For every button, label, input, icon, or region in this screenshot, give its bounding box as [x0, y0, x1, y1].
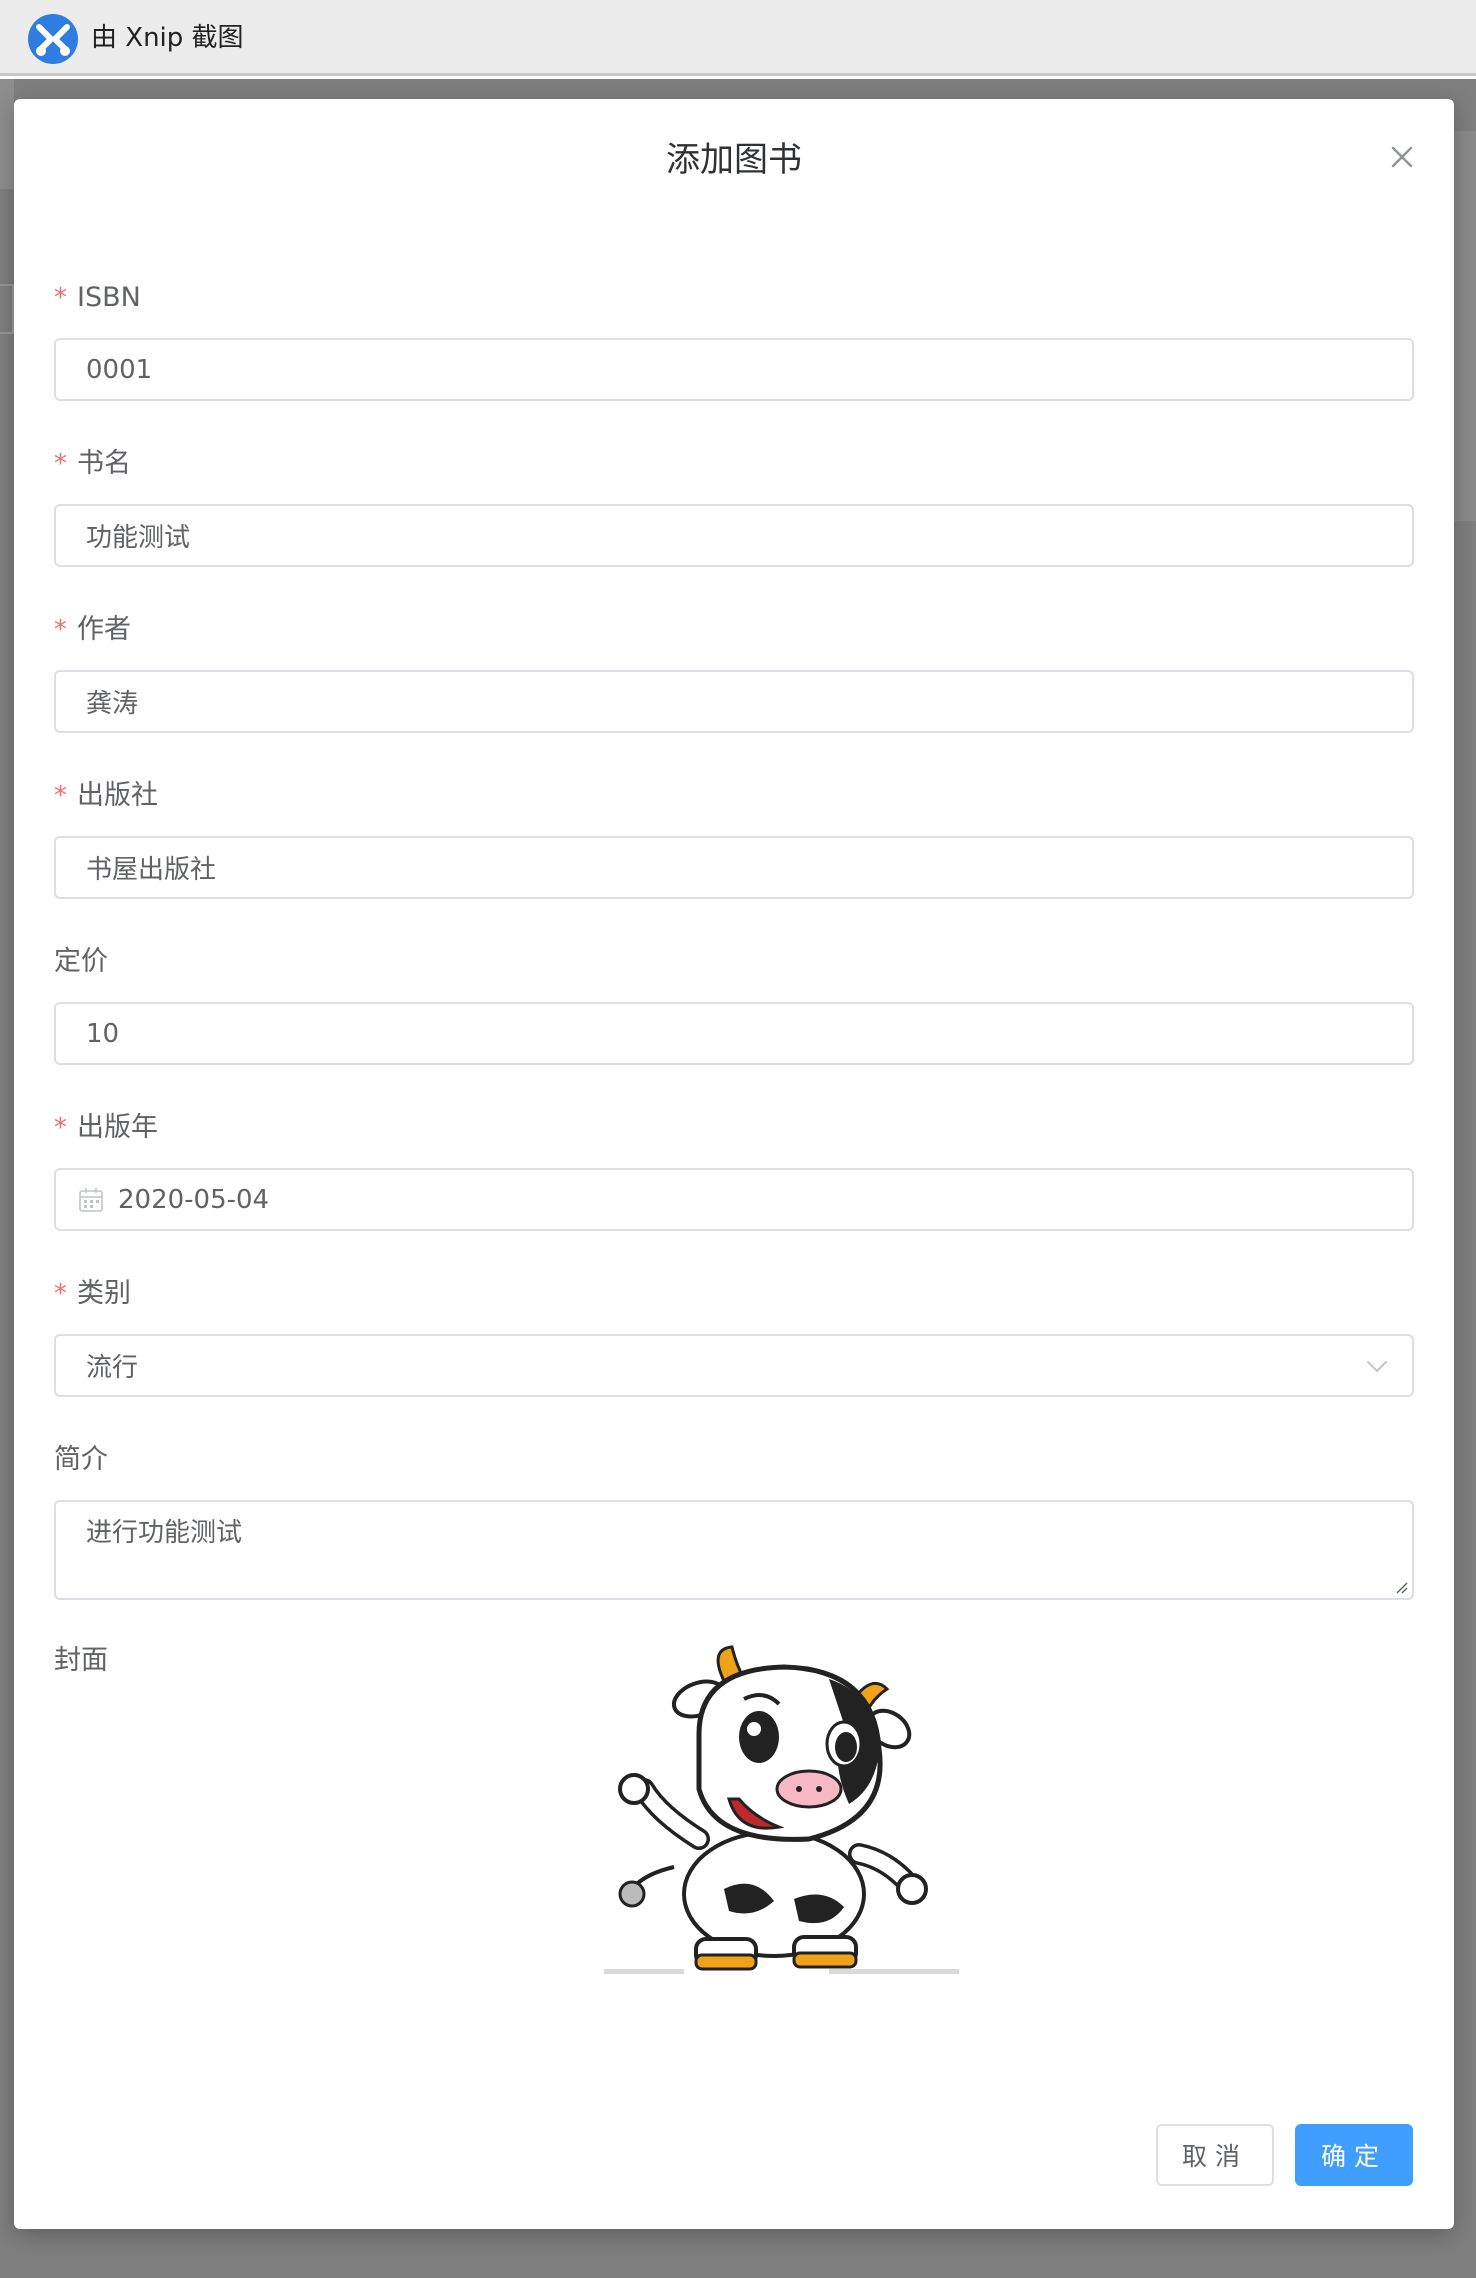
title-label: * 书名	[54, 448, 131, 479]
background-input-fragment	[0, 284, 14, 334]
price-label: 定价	[54, 946, 108, 977]
calendar-icon	[79, 1187, 103, 1212]
background-page-fragment-right	[1454, 131, 1476, 521]
author-field: * 作者 龚涛	[54, 613, 1414, 733]
cancel-button[interactable]: 取消	[1156, 2124, 1274, 2186]
app-titlebar: 由 Xnip 截图	[0, 0, 1476, 76]
category-field: * 类别 流行	[54, 1277, 1414, 1397]
required-marker: *	[54, 1113, 67, 1143]
isbn-label: * ISBN	[54, 282, 141, 313]
publish-year-field: * 出版年 2020-05-04	[54, 1111, 1414, 1231]
publish-year-label: * 出版年	[54, 1112, 158, 1143]
price-field: 定价 10	[54, 945, 1414, 1065]
background-page-fragment	[0, 79, 14, 189]
resize-grip-icon[interactable]	[1392, 1578, 1408, 1594]
title-input[interactable]: 功能测试	[54, 504, 1414, 567]
required-marker: *	[54, 781, 67, 811]
app-title: 由 Xnip 截图	[91, 23, 244, 53]
publish-year-datepicker[interactable]: 2020-05-04	[54, 1168, 1414, 1231]
summary-field: 简介 进行功能测试	[54, 1443, 1414, 1600]
title-field: * 书名 功能测试	[54, 447, 1414, 567]
confirm-button[interactable]: 确定	[1295, 2124, 1413, 2186]
required-marker: *	[54, 1279, 67, 1309]
isbn-field: * ISBN 0001	[54, 281, 1414, 401]
cartoon-cow-image[interactable]	[604, 1639, 964, 1984]
required-marker: *	[54, 615, 67, 645]
author-label: * 作者	[54, 614, 131, 645]
xnip-logo-icon	[28, 14, 78, 64]
summary-textarea[interactable]: 进行功能测试	[54, 1500, 1414, 1600]
required-marker: *	[54, 449, 67, 479]
chevron-down-icon	[1367, 1360, 1387, 1372]
cover-label: 封面	[54, 1645, 108, 1676]
author-input[interactable]: 龚涛	[54, 670, 1414, 733]
add-book-dialog: 添加图书 * ISBN 0001 * 书名 功能测试 * 作者 龚涛 * 出版社…	[14, 99, 1454, 2229]
category-label: * 类别	[54, 1278, 131, 1309]
required-marker: *	[54, 283, 67, 313]
price-input[interactable]: 10	[54, 1002, 1414, 1065]
publisher-input[interactable]: 书屋出版社	[54, 836, 1414, 899]
close-icon[interactable]	[1388, 143, 1416, 171]
publisher-label: * 出版社	[54, 780, 158, 811]
publisher-field: * 出版社 书屋出版社	[54, 779, 1414, 899]
isbn-input[interactable]: 0001	[54, 338, 1414, 401]
summary-label: 简介	[54, 1444, 108, 1475]
category-select[interactable]: 流行	[54, 1334, 1414, 1397]
dialog-title: 添加图书	[666, 140, 802, 180]
